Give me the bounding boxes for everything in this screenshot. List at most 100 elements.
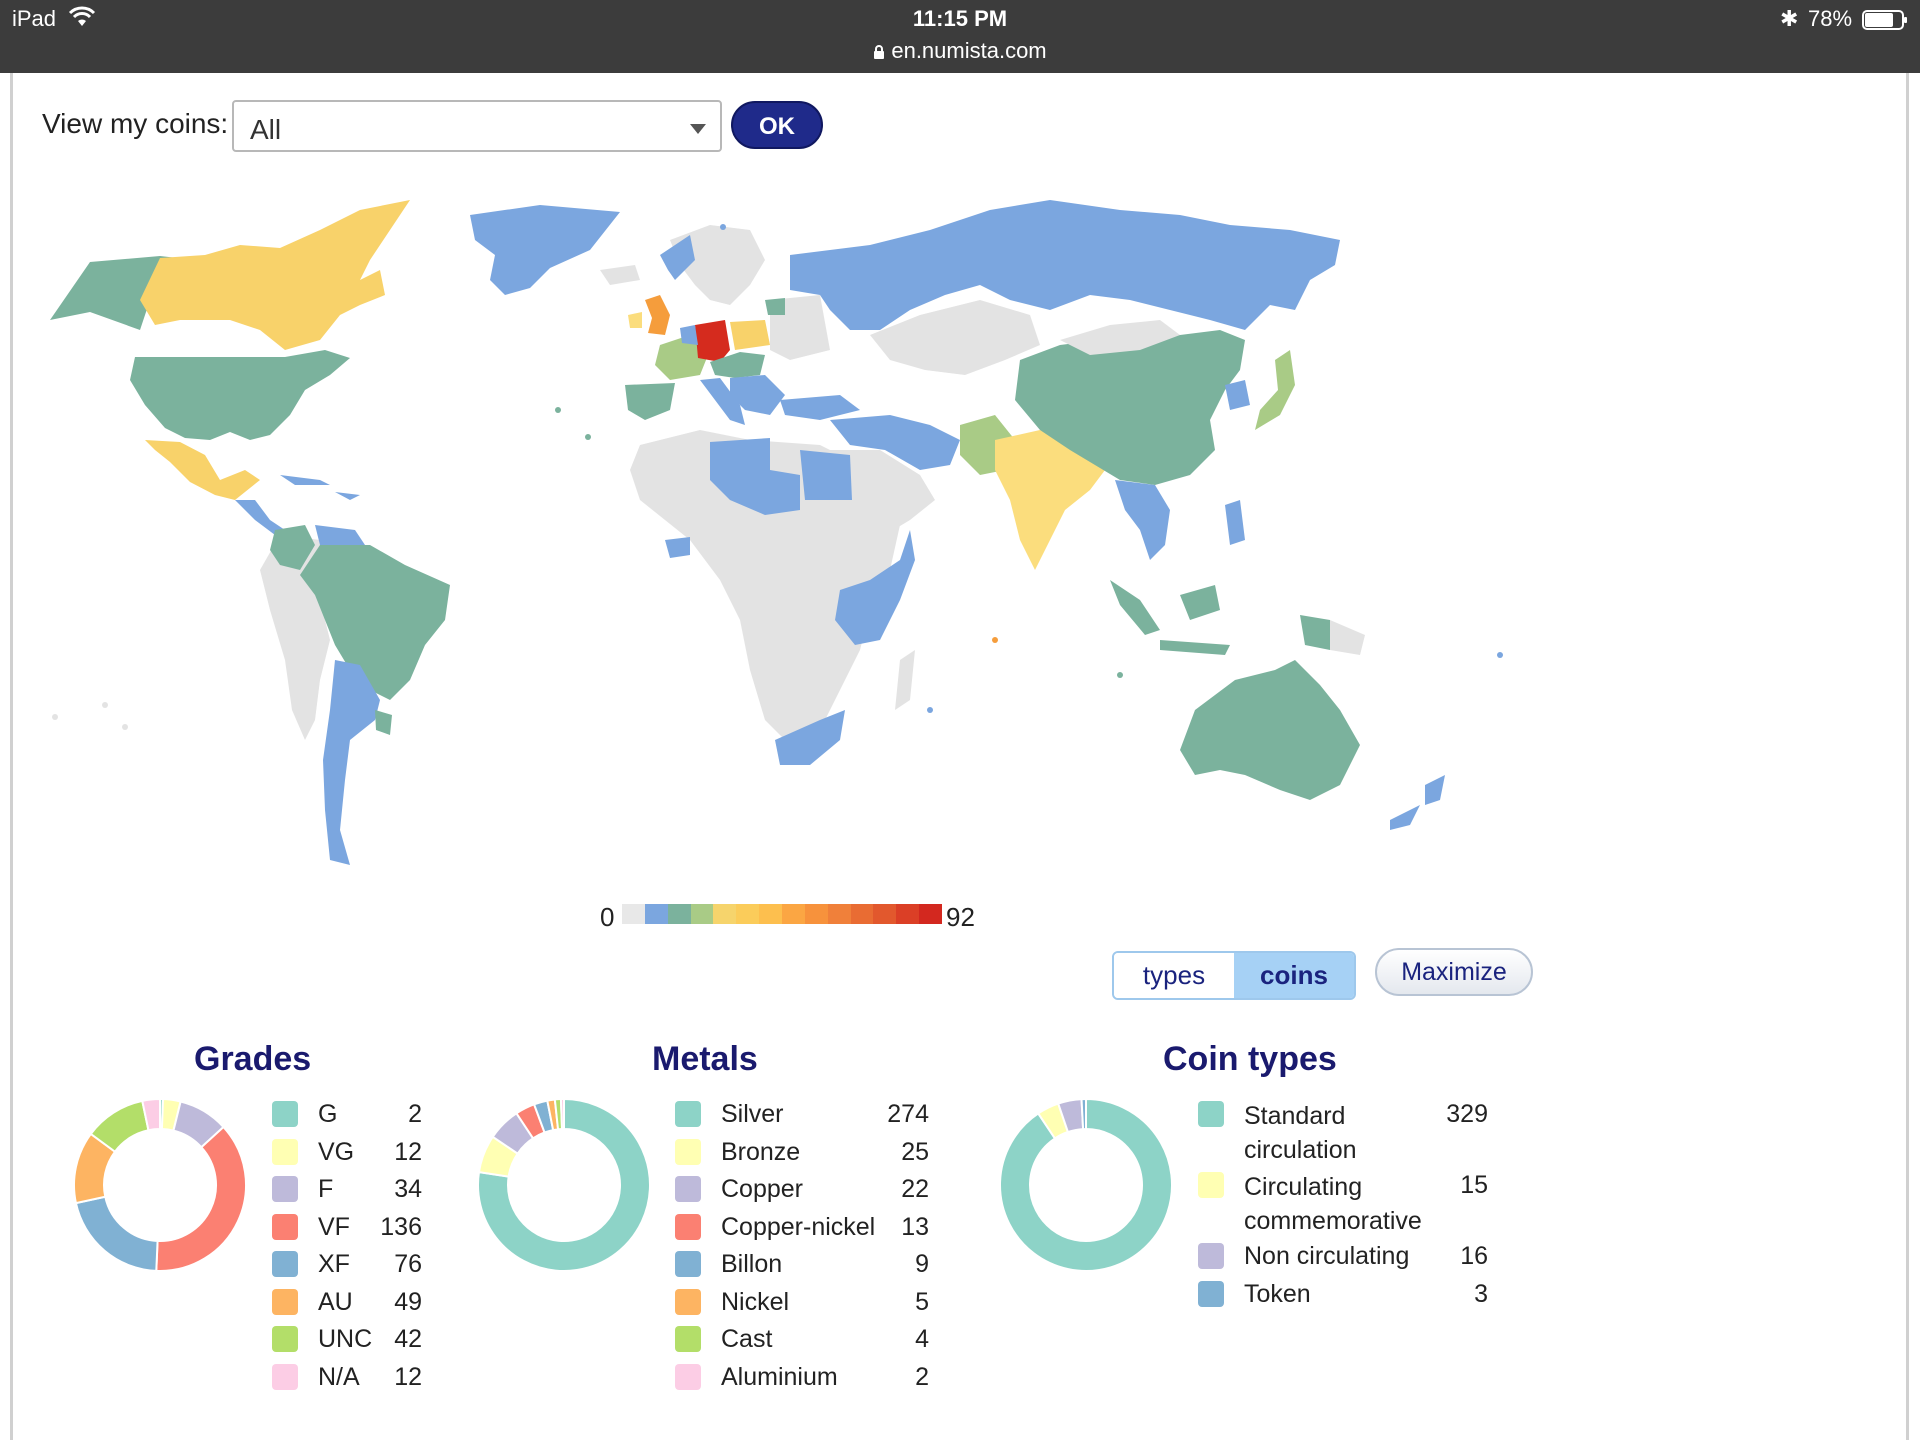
legend-value: 12 <box>394 1363 422 1391</box>
scale-step <box>644 904 668 924</box>
scale-step <box>919 904 943 924</box>
country-benelux[interactable] <box>680 325 698 345</box>
legend-label: Standard circulation <box>1244 1102 1357 1164</box>
grades-legend-item[interactable]: G2 <box>272 1099 422 1129</box>
country-ireland[interactable] <box>628 312 642 328</box>
grades-slice-xf[interactable] <box>74 1195 159 1272</box>
country-turkey[interactable] <box>780 395 860 420</box>
country-usa[interactable] <box>130 350 350 440</box>
metals-legend-item[interactable]: Bronze 25 <box>675 1137 929 1167</box>
legend-swatch <box>1198 1172 1224 1198</box>
grades-slice-vf[interactable] <box>155 1125 247 1272</box>
url-bar[interactable]: en.numista.com <box>0 38 1920 64</box>
toggle-types[interactable]: types <box>1114 953 1234 998</box>
island-dot[interactable] <box>1117 672 1123 678</box>
legend-label: N/A <box>318 1363 360 1391</box>
country-madagascar[interactable] <box>895 650 915 710</box>
island-dot[interactable] <box>122 724 128 730</box>
legend-label: Circulating commemorative <box>1244 1173 1422 1235</box>
country-new-zealand[interactable] <box>1390 775 1445 830</box>
legend-label: UNC <box>318 1325 373 1353</box>
country-japan[interactable] <box>1255 350 1295 430</box>
country-ghana[interactable] <box>665 537 690 558</box>
country-philippines[interactable] <box>1225 500 1245 545</box>
legend-label: Bronze <box>721 1138 801 1166</box>
toggle-coins[interactable]: coins <box>1234 953 1354 998</box>
grades-legend-item[interactable]: UNC 42 <box>272 1324 422 1354</box>
world-map[interactable] <box>30 200 1560 890</box>
coin-types-legend-item[interactable]: Circulating commemorative 15 <box>1198 1170 1488 1235</box>
metals-legend-item[interactable]: Cast 4 <box>675 1324 929 1354</box>
country-germany[interactable] <box>695 320 730 362</box>
country-egypt[interactable] <box>800 450 852 500</box>
grades-legend-item[interactable]: XF 76 <box>272 1249 422 1279</box>
frame-edge-left <box>10 73 13 1440</box>
scale-step <box>759 904 783 924</box>
frame-edge-right <box>1906 73 1909 1440</box>
country-papua-new-guinea[interactable] <box>1300 615 1330 650</box>
country-mexico[interactable] <box>145 440 260 500</box>
metals-legend-item[interactable]: Copper 22 <box>675 1174 929 1204</box>
legend-label: Silver <box>721 1100 784 1128</box>
legend-label: Aluminium <box>721 1363 838 1391</box>
region-caribbean[interactable] <box>280 475 360 500</box>
maximize-button[interactable]: Maximize <box>1375 948 1533 996</box>
view-coins-select[interactable]: All <box>232 100 722 152</box>
country-poland[interactable] <box>730 320 770 350</box>
island-dot[interactable] <box>102 702 108 708</box>
scale-step <box>713 904 737 924</box>
legend-value: 13 <box>901 1213 929 1241</box>
metals-legend-item[interactable]: Copper-nickel 13 <box>675 1212 929 1242</box>
bluetooth-icon: ✱ <box>1780 6 1799 31</box>
coin-types-legend-item[interactable]: Non circulating 16 <box>1198 1241 1488 1271</box>
legend-value: 16 <box>1460 1242 1488 1270</box>
country-uk[interactable] <box>645 295 670 335</box>
ok-button[interactable]: OK <box>731 101 823 149</box>
country-korea[interactable] <box>1225 380 1250 410</box>
coin-types-legend-item[interactable]: Standard circulation 329 <box>1198 1099 1488 1164</box>
island-dot[interactable] <box>992 637 998 643</box>
country-spain[interactable] <box>625 383 675 420</box>
legend-swatch <box>675 1364 701 1390</box>
grades-legend-item[interactable]: N/A 12 <box>272 1362 422 1392</box>
grades-legend-item[interactable]: VF 136 <box>272 1212 422 1242</box>
island-dot[interactable] <box>555 407 561 413</box>
island-dot[interactable] <box>720 224 726 230</box>
coin-types-legend-item[interactable]: Token 3 <box>1198 1279 1488 1309</box>
metals-legend-item[interactable]: Nickel 5 <box>675 1287 929 1317</box>
country-argentina[interactable] <box>323 660 380 865</box>
metals-legend-item[interactable]: Aluminium 2 <box>675 1362 929 1392</box>
country-uruguay[interactable] <box>375 710 392 735</box>
scale-max-label: 92 <box>946 902 975 932</box>
country-indonesia[interactable] <box>1110 580 1230 655</box>
country-baltic[interactable] <box>765 298 785 315</box>
metals-donut-chart[interactable] <box>476 1097 652 1273</box>
country-russia[interactable] <box>790 200 1340 330</box>
scale-step <box>667 904 691 924</box>
metals-legend-item[interactable]: Billon 9 <box>675 1249 929 1279</box>
island-dot[interactable] <box>585 434 591 440</box>
coin-types-slice-token[interactable] <box>1080 1097 1087 1131</box>
region-southeast-asia[interactable] <box>1115 480 1170 560</box>
grades-legend-item[interactable]: VG 12 <box>272 1137 422 1167</box>
grades-legend-item[interactable]: F 34 <box>272 1174 422 1204</box>
region-new-guinea-east[interactable] <box>1330 620 1365 655</box>
legend-value: 15 <box>1460 1171 1488 1199</box>
scale-step <box>690 904 714 924</box>
metals-slice-aluminium[interactable] <box>559 1097 565 1131</box>
grades-donut-chart[interactable] <box>72 1097 248 1273</box>
island-dot[interactable] <box>1497 652 1503 658</box>
legend-label: Billon <box>721 1250 783 1278</box>
country-australia[interactable] <box>1180 660 1360 800</box>
legend-label: Cast <box>721 1325 773 1353</box>
country-greenland[interactable] <box>470 205 620 295</box>
country-iceland[interactable] <box>600 265 640 285</box>
coin-types-donut-chart[interactable] <box>998 1097 1174 1273</box>
grades-legend-item[interactable]: AU 49 <box>272 1287 422 1317</box>
island-dot[interactable] <box>52 714 58 720</box>
island-dot[interactable] <box>927 707 933 713</box>
metals-legend-item[interactable]: Silver 274 <box>675 1099 929 1129</box>
clock: 11:15 PM <box>912 6 1008 31</box>
url-text: en.numista.com <box>891 38 1047 63</box>
country-canada[interactable] <box>140 200 410 350</box>
